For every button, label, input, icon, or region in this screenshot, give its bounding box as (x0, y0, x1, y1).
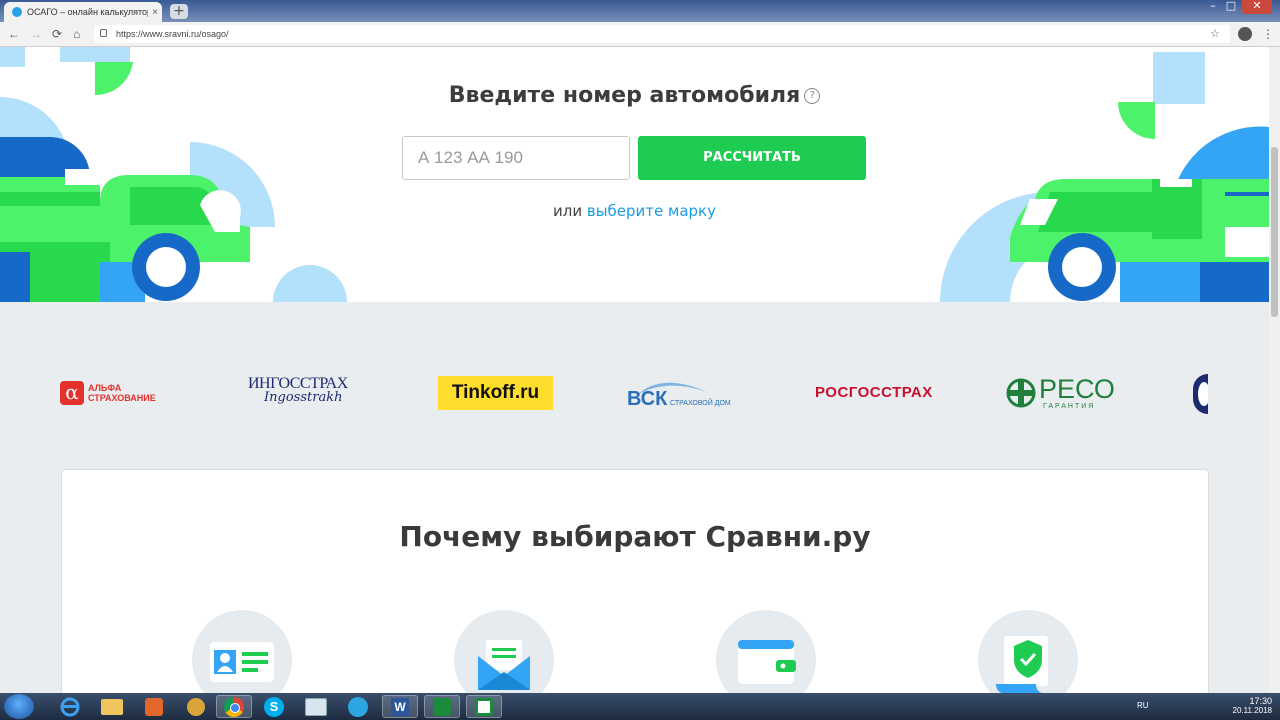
plate-form-title-text: Введите номер автомобиля (448, 83, 801, 108)
profile-avatar[interactable] (1238, 27, 1252, 41)
scrollbar-thumb[interactable] (1271, 147, 1278, 317)
reload-icon[interactable]: ⟳ (52, 27, 62, 41)
choose-brand-link[interactable]: выберите марку (587, 202, 716, 220)
help-icon[interactable]: ? (804, 88, 821, 104)
media-player-icon (145, 697, 163, 716)
tinkoff-name: Tinkoff (451, 382, 515, 403)
insurer-logos-strip: α АЛЬФА СТРАХОВАНИЕ ИНГОССТРАХ Ingosstra… (0, 302, 1269, 467)
window-controls: – □ ✕ (1202, 0, 1272, 14)
reso-logo[interactable]: РЕСО ГАРАНТИЯ (1005, 376, 1115, 410)
plate-form-title: Введите номер автомобиля? (0, 83, 1269, 108)
windows-taskbar: S W RU 17:30 20.11.2018 (0, 693, 1280, 720)
choose-brand-line: или выберите марку (0, 202, 1269, 220)
word-icon: W (391, 697, 409, 716)
telegram-icon (348, 696, 368, 717)
word-taskbar-icon[interactable]: W (382, 695, 418, 718)
address-bar[interactable]: https://www.sravni.ru/osago/ ☆ (94, 25, 1230, 43)
camtasia-recorder-taskbar-icon[interactable] (466, 695, 502, 718)
maximize-button[interactable]: □ (1224, 0, 1238, 14)
browser-tab-bar: ОСАГО – онлайн калькулятор О × + – □ ✕ (0, 0, 1280, 22)
vsk-name: ВСК (627, 388, 668, 410)
ingos-line2: Ingosstrakh (264, 390, 343, 405)
ie-icon (60, 697, 80, 716)
system-clock[interactable]: 17:30 20.11.2018 (1233, 696, 1272, 716)
close-window-button[interactable]: ✕ (1242, 0, 1272, 14)
media-player-taskbar-icon[interactable] (136, 695, 172, 718)
browser-toolbar: ← → ⟳ ⌂ https://www.sravni.ru/osago/ ☆ ⋮ (0, 22, 1280, 47)
ingosstrakh-logo[interactable]: ИНГОССТРАХ Ingosstrakh (248, 375, 348, 405)
clock-time: 17:30 (1249, 696, 1272, 706)
hero-section: Введите номер автомобиля? РАССЧИТАТЬ или… (0, 47, 1269, 302)
tab-title: ОСАГО – онлайн калькулятор О (27, 7, 148, 17)
tab-close-icon[interactable]: × (148, 7, 162, 18)
browser-menu-icon[interactable]: ⋮ (1262, 27, 1274, 41)
paint-taskbar-icon[interactable] (298, 695, 334, 718)
plate-number-input[interactable] (402, 136, 630, 180)
skype-icon: S (264, 696, 284, 717)
new-tab-button[interactable]: + (170, 4, 188, 19)
why-choose-title: Почему выбирают Сравни.ру (399, 520, 871, 553)
home-icon[interactable]: ⌂ (73, 27, 80, 41)
language-indicator[interactable]: RU (1137, 701, 1149, 710)
url-text: https://www.sravni.ru/osago/ (116, 29, 229, 39)
telegram-taskbar-icon[interactable] (340, 695, 376, 718)
ie-taskbar-icon[interactable] (52, 695, 88, 718)
alfa-insurance-logo[interactable]: α АЛЬФА СТРАХОВАНИЕ (60, 381, 156, 405)
minimize-button[interactable]: – (1206, 0, 1220, 14)
skype-taskbar-icon[interactable]: S (256, 695, 292, 718)
alfa-line1: АЛЬФА (88, 383, 122, 393)
lock-icon (100, 29, 107, 37)
chrome-icon (224, 696, 244, 717)
reso-sub: ГАРАНТИЯ (1043, 403, 1096, 410)
camtasia-recorder-icon (475, 697, 493, 716)
camtasia-taskbar-icon[interactable] (424, 695, 460, 718)
reso-cross-icon (1006, 378, 1036, 408)
rgs-name: РОСГОССТРАХ (815, 384, 933, 401)
page-scrollbar[interactable] (1269, 47, 1280, 693)
explorer-taskbar-icon[interactable] (94, 695, 130, 718)
site-favicon-icon (12, 7, 22, 17)
calculate-button[interactable]: РАССЧИТАТЬ (638, 136, 866, 180)
reso-name: РЕСО (1039, 374, 1115, 404)
camtasia-icon (433, 697, 451, 716)
tinkoff-logo[interactable]: Tinkoff .ru (438, 376, 553, 410)
alfa-line2: СТРАХОВАНИЕ (88, 393, 156, 403)
app-taskbar-icon[interactable] (178, 695, 214, 718)
rosgosstrakh-logo[interactable]: РОСГОССТРАХ (815, 384, 933, 401)
tinkoff-suffix: .ru (514, 382, 540, 403)
app-icon (187, 697, 205, 716)
forward-icon[interactable]: → (30, 27, 42, 41)
back-icon[interactable]: ← (8, 27, 20, 41)
paint-icon (305, 697, 327, 716)
why-choose-section: Почему выбирают Сравни.ру (61, 469, 1209, 710)
or-text: или (553, 202, 587, 220)
partial-insurer-logo[interactable] (1193, 374, 1208, 414)
vsk-sub: СТРАХОВОЙ ДОМ (670, 400, 731, 407)
browser-tab[interactable]: ОСАГО – онлайн калькулятор О × (4, 2, 162, 22)
clock-date: 20.11.2018 (1232, 706, 1272, 715)
alfa-symbol-icon: α (60, 381, 84, 405)
chrome-taskbar-icon[interactable] (216, 695, 252, 718)
bookmark-star-icon[interactable]: ☆ (1210, 25, 1220, 43)
start-button[interactable] (4, 694, 34, 719)
folder-icon (101, 698, 123, 715)
vsk-logo[interactable]: ВСК СТРАХОВОЙ ДОМ (627, 378, 747, 412)
